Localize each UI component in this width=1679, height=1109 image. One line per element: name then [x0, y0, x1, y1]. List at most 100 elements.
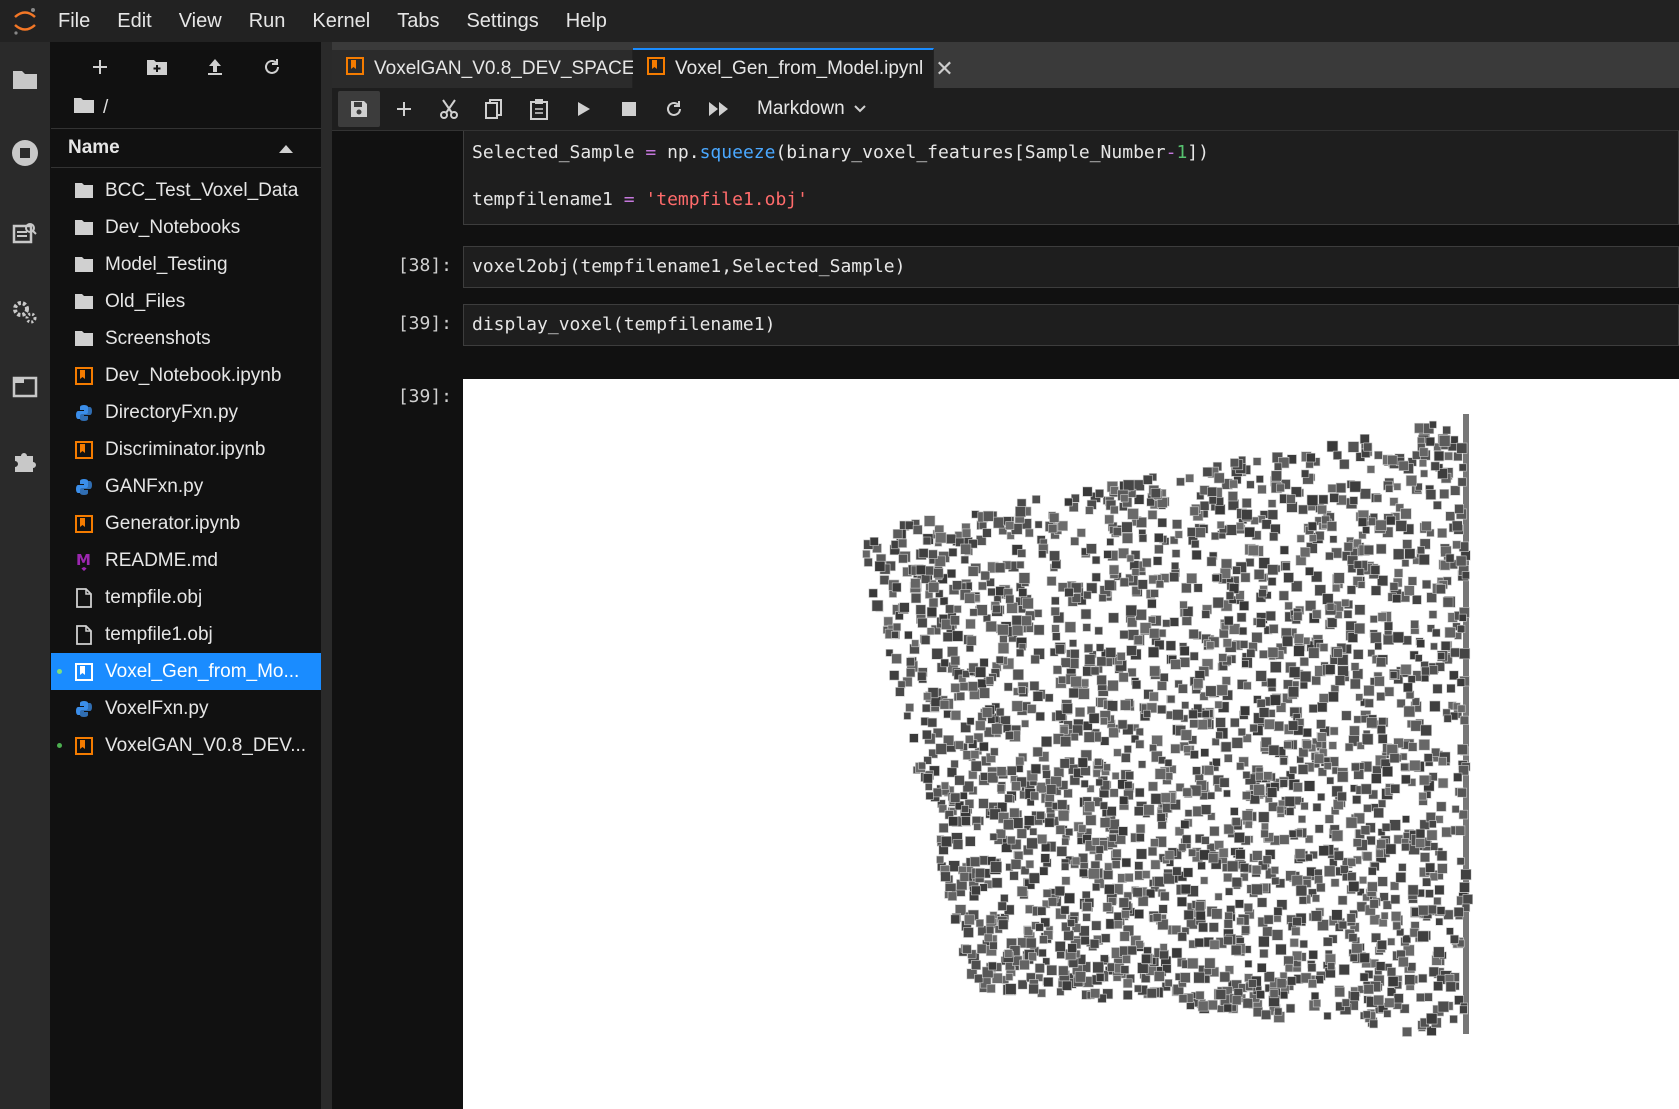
tabs-list-icon[interactable]	[10, 372, 40, 402]
property-inspector-gears-icon[interactable]	[10, 296, 40, 326]
root-folder-icon[interactable]	[73, 96, 95, 120]
menu-settings[interactable]: Settings	[466, 10, 538, 33]
file-list-item[interactable]: M README.md	[51, 542, 321, 579]
name-column-header[interactable]: Name	[51, 128, 321, 168]
generic-file-icon	[73, 624, 95, 646]
file-list-item[interactable]: Screenshots	[51, 320, 321, 357]
notebook-icon	[346, 57, 364, 81]
output-execution-count: [39]:	[397, 386, 452, 407]
file-list-item[interactable]: Old_Files	[51, 283, 321, 320]
file-name: VoxelGAN_V0.8_DEV...	[105, 734, 307, 756]
tab-voxelgan-dev-space[interactable]: VoxelGAN_V0.8_DEV_SPACE.i ✕	[332, 50, 674, 88]
voxel-plot-output[interactable]	[463, 379, 1679, 1109]
execution-count: [38]:	[397, 255, 452, 276]
code-token: 'tempfile1.obj'	[645, 189, 808, 210]
breadcrumb: /	[51, 92, 321, 124]
running-indicator-icon	[57, 669, 62, 674]
code-cell: [38]: voxel2obj(tempfilename1,Selected_S…	[332, 246, 1679, 288]
file-name: Screenshots	[105, 327, 211, 349]
notebook-panel: Selected_Sample = np.squeeze(binary_voxe…	[332, 131, 1679, 1109]
file-browser: / Name BCC_Test_Voxel_Data Dev_Notebooks M…	[51, 42, 321, 1109]
chevron-down-icon	[853, 98, 867, 120]
file-list-item[interactable]: GANFxn.py	[51, 468, 321, 505]
restart-kernel-button[interactable]	[653, 91, 695, 127]
menu-view[interactable]: View	[179, 10, 222, 33]
code-token: 1	[1176, 142, 1188, 163]
file-list-item[interactable]: tempfile1.obj	[51, 616, 321, 653]
menu-tabs[interactable]: Tabs	[397, 10, 439, 33]
tab-label: VoxelGAN_V0.8_DEV_SPACE.i	[374, 58, 645, 79]
file-list-item[interactable]: Generator.ipynb	[51, 505, 321, 542]
jupyter-logo-icon	[12, 6, 38, 36]
file-list-item[interactable]: VoxelGAN_V0.8_DEV...	[51, 727, 321, 764]
cell-editor[interactable]: Selected_Sample = np.squeeze(binary_voxe…	[463, 131, 1679, 225]
folder-icon	[73, 328, 95, 350]
command-palette-icon[interactable]	[10, 218, 40, 248]
menu-help[interactable]: Help	[566, 10, 607, 33]
run-cell-button[interactable]	[563, 91, 605, 127]
tab-voxel-gen-from-model[interactable]: Voxel_Gen_from_Model.ipynl ✕	[633, 48, 954, 88]
file-list-item[interactable]: Voxel_Gen_from_Mo...	[51, 653, 321, 690]
file-list-item[interactable]: DirectoryFxn.py	[51, 394, 321, 431]
refresh-icon[interactable]	[257, 52, 287, 82]
file-list-item[interactable]: Dev_Notebooks	[51, 209, 321, 246]
new-folder-icon[interactable]	[142, 52, 172, 82]
file-name: Old_Files	[105, 290, 186, 312]
file-name: GANFxn.py	[105, 475, 204, 497]
file-list-item[interactable]: VoxelFxn.py	[51, 690, 321, 727]
file-name: VoxelFxn.py	[105, 697, 209, 719]
tab-bar: VoxelGAN_V0.8_DEV_SPACE.i ✕ Voxel_Gen_fr…	[332, 42, 1679, 88]
file-name: Generator.ipynb	[105, 512, 241, 534]
file-list-item[interactable]: Model_Testing	[51, 246, 321, 283]
code-token: Selected_Sample	[472, 142, 646, 163]
save-button[interactable]	[338, 91, 380, 127]
code-token: (binary_voxel_features[Sample_Number	[775, 142, 1166, 163]
file-list-item[interactable]: BCC_Test_Voxel_Data	[51, 172, 321, 209]
file-list-item[interactable]: tempfile.obj	[51, 579, 321, 616]
notebook-icon	[73, 513, 95, 535]
menu-run[interactable]: Run	[249, 10, 286, 33]
running-indicator-icon	[57, 743, 62, 748]
file-name: Discriminator.ipynb	[105, 438, 266, 460]
voxel-3d-plot	[862, 414, 1474, 1037]
menu-edit[interactable]: Edit	[117, 10, 151, 33]
insert-cell-button[interactable]	[383, 91, 425, 127]
interrupt-kernel-button[interactable]	[608, 91, 650, 127]
upload-icon[interactable]	[200, 52, 230, 82]
execution-count: [39]:	[397, 313, 452, 334]
menu-kernel[interactable]: Kernel	[312, 10, 370, 33]
paste-cell-button[interactable]	[518, 91, 560, 127]
file-name: Voxel_Gen_from_Mo...	[105, 660, 300, 682]
running-sessions-icon[interactable]	[10, 138, 40, 168]
folder-icon	[73, 291, 95, 313]
notebook-icon	[73, 439, 95, 461]
python-file-icon	[73, 698, 95, 720]
file-name: tempfile1.obj	[105, 623, 213, 645]
file-name: BCC_Test_Voxel_Data	[105, 179, 299, 201]
code-token: squeeze	[699, 142, 776, 163]
copy-cell-button[interactable]	[473, 91, 515, 127]
extension-puzzle-icon[interactable]	[10, 446, 40, 476]
python-file-icon	[73, 402, 95, 424]
file-list-item[interactable]: Dev_Notebook.ipynb	[51, 357, 321, 394]
cell-type-value: Markdown	[757, 98, 845, 119]
code-cell: Selected_Sample = np.squeeze(binary_voxe…	[332, 131, 1679, 229]
breadcrumb-path[interactable]: /	[103, 97, 108, 119]
menu-file[interactable]: File	[58, 10, 90, 33]
folder-icon[interactable]	[10, 64, 40, 94]
code-token: tempfilename1	[472, 189, 624, 210]
code-line: Selected_Sample = np.squeeze(binary_voxe…	[472, 142, 1678, 166]
folder-icon	[73, 180, 95, 202]
cell-editor[interactable]: display_voxel(tempfilename1)	[463, 304, 1679, 346]
cut-cell-button[interactable]	[428, 91, 470, 127]
close-tab-icon[interactable]: ✕	[935, 56, 953, 82]
restart-run-all-button[interactable]	[698, 91, 740, 127]
file-list: BCC_Test_Voxel_Data Dev_Notebooks Model_Te…	[51, 172, 321, 764]
notebook-icon	[73, 661, 95, 683]
file-list-item[interactable]: Discriminator.ipynb	[51, 431, 321, 468]
new-launcher-plus-icon[interactable]	[85, 52, 115, 82]
cell-type-dropdown[interactable]: Markdown	[757, 98, 867, 120]
file-name: Dev_Notebooks	[105, 216, 241, 238]
panel-splitter[interactable]	[321, 42, 332, 1109]
cell-editor[interactable]: voxel2obj(tempfilename1,Selected_Sample)	[463, 246, 1679, 288]
